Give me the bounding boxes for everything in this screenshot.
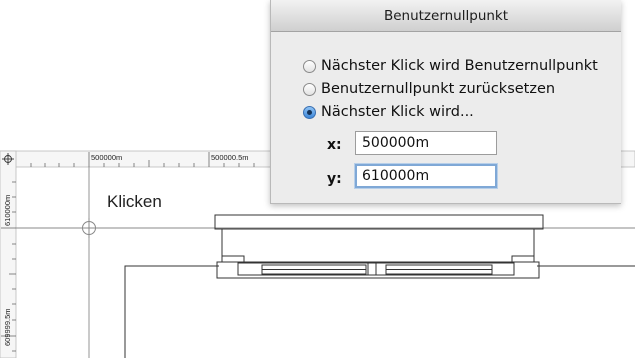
ruler-left-label-2: 609999.5m [3,308,12,346]
dialog-title: Benutzernullpunkt [383,7,509,24]
option-reset-origin[interactable]: Benutzernullpunkt zurücksetzen [303,81,555,97]
y-coordinate-input[interactable] [355,164,497,188]
crosshair-target-icon [79,218,99,238]
radio-button-icon[interactable] [303,82,316,96]
option-label: Nächster Klick wird Benutzernullpunkt [321,58,598,74]
user-origin-dialog: Benutzernullpunkt Nächster Klick wird Be… [270,0,621,204]
annotation-text: Klicken [107,192,162,211]
ruler-top-label-1: 500000m [91,153,122,162]
dialog-titlebar[interactable]: Benutzernullpunkt [271,0,621,32]
option-label: Nächster Klick wird... [321,104,474,120]
option-label: Benutzernullpunkt zurücksetzen [321,81,556,97]
option-next-click-origin[interactable]: Nächster Klick wird Benutzernullpunkt [303,58,598,74]
x-label: x: [327,137,342,153]
ruler-left-label-1: 610000m [3,195,12,226]
y-label: y: [327,171,342,187]
x-coordinate-input[interactable] [355,131,497,155]
radio-button-selected-icon[interactable] [303,105,316,119]
radio-button-icon[interactable] [303,59,316,73]
option-next-click-is[interactable]: Nächster Klick wird... [303,104,474,120]
ruler-top-label-2: 500000.5m [211,153,249,162]
floorplan-drawing [124,214,635,358]
